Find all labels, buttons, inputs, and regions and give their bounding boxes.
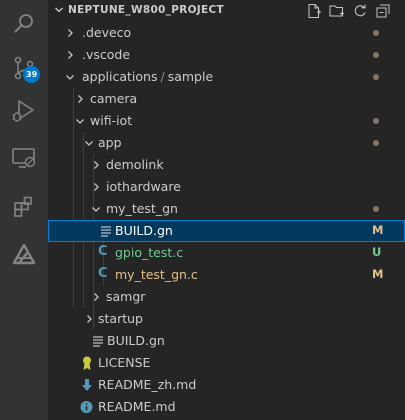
- tree-item-build-gn[interactable]: BUILD.gn: [48, 330, 405, 352]
- tree-item-label: wifi-iot: [90, 113, 133, 128]
- tree-item-samgr[interactable]: samgr: [48, 286, 405, 308]
- c-file-icon: C: [98, 266, 108, 281]
- git-status-modified: M: [372, 267, 384, 281]
- status-dot: [373, 206, 379, 212]
- extensions-activity[interactable]: [0, 183, 48, 231]
- extensions-icon: [14, 196, 32, 217]
- chevron-right-icon: [68, 51, 73, 59]
- chevron-right-icon: [78, 95, 83, 103]
- tree-item-applications-sample[interactable]: applications / sample: [48, 66, 405, 88]
- tree-item-label: camera: [90, 91, 138, 106]
- new-file-icon[interactable]: [306, 3, 322, 19]
- tree-item-label: BUILD.gn: [115, 223, 173, 238]
- tree-item-label: app: [98, 135, 122, 150]
- tree-item-label: iothardware: [106, 179, 181, 194]
- scm-badge: 39: [23, 66, 41, 83]
- tree-item-license[interactable]: LICENSE: [48, 352, 405, 374]
- tree-item-label: README.md: [98, 399, 176, 414]
- run-debug-activity[interactable]: [0, 87, 48, 135]
- path-segment[interactable]: applications: [82, 69, 157, 84]
- tree-item-label: applications / sample: [82, 69, 213, 84]
- tree-item-deveco[interactable]: .deveco: [48, 22, 405, 44]
- info-icon: [80, 401, 93, 413]
- tree-item-label: samgr: [106, 289, 146, 304]
- git-status-untracked: U: [372, 245, 382, 259]
- chevron-right-icon: [68, 29, 73, 37]
- tree-item-label: .vscode: [82, 47, 131, 62]
- tree-item-label: my_test_gn: [106, 201, 178, 216]
- tree-item-label: .deveco: [82, 25, 132, 40]
- tree-item-readme-zh[interactable]: README_zh.md: [48, 374, 405, 396]
- tree-item-demolink[interactable]: demolink: [48, 154, 405, 176]
- chevron-down-icon: [76, 119, 84, 124]
- chevron-down-icon: [66, 75, 74, 80]
- chevron-down-icon: [55, 7, 63, 13]
- status-dot: [373, 74, 379, 80]
- lines-file-icon: [93, 336, 103, 347]
- tree-item-my-test-gn-c[interactable]: C my_test_gn.c M: [48, 264, 405, 286]
- chevron-right-icon: [87, 315, 92, 323]
- markdown-arrow-icon: [82, 379, 92, 391]
- lines-file-icon: [101, 226, 111, 237]
- activity-bar: 39: [0, 0, 48, 420]
- tree-item-label: demolink: [106, 157, 164, 172]
- tree-item-label: BUILD.gn: [107, 333, 165, 348]
- tree-item-app[interactable]: app: [48, 132, 405, 154]
- new-folder-icon[interactable]: [329, 3, 345, 19]
- c-file-icon: C: [98, 244, 108, 259]
- tree-item-my-test-gn[interactable]: my_test_gn: [48, 198, 405, 220]
- tree-item-build-gn-selected[interactable]: BUILD.gn M: [48, 220, 405, 242]
- tree-item-gpio-test-c[interactable]: C gpio_test.c U: [48, 242, 405, 264]
- tree-item-label: README_zh.md: [98, 377, 197, 392]
- status-dot: [373, 140, 379, 146]
- path-separator: /: [160, 69, 165, 84]
- search-activity[interactable]: [0, 0, 48, 48]
- license-icon: [83, 356, 91, 370]
- deveco-icon: [12, 243, 36, 265]
- explorer-section-header[interactable]: NEPTUNE_W800_PROJECT: [48, 0, 405, 22]
- remote-explorer-activity[interactable]: [0, 134, 48, 182]
- explorer-sidebar: NEPTUNE_W800_PROJECT .deveco .vscode app…: [48, 0, 405, 420]
- run-debug-icon: [12, 100, 34, 122]
- path-segment[interactable]: sample: [168, 69, 213, 84]
- tree-item-iothardware[interactable]: iothardware: [48, 176, 405, 198]
- chevron-right-icon: [94, 293, 99, 301]
- search-icon: [14, 14, 33, 33]
- tree-item-vscode[interactable]: .vscode: [48, 44, 405, 66]
- tree-item-startup[interactable]: startup: [48, 308, 405, 330]
- chevron-down-icon: [85, 141, 93, 146]
- chevron-down-icon: [92, 207, 100, 212]
- tree-item-label: startup: [98, 311, 143, 326]
- chevron-right-icon: [94, 161, 99, 169]
- remote-explorer-icon: [12, 148, 36, 168]
- tree-item-label: gpio_test.c: [115, 245, 184, 260]
- collapse-all-icon[interactable]: [375, 3, 391, 19]
- status-dot: [373, 52, 379, 58]
- vscode-window: 39 NEPTUNE_W800_PROJECT .deveco .vscode …: [0, 0, 405, 420]
- refresh-icon[interactable]: [352, 3, 368, 19]
- tree-item-readme[interactable]: README.md: [48, 396, 405, 418]
- tree-item-label: my_test_gn.c: [115, 267, 198, 282]
- source-control-activity[interactable]: 39: [0, 44, 48, 92]
- project-title: NEPTUNE_W800_PROJECT: [68, 4, 224, 16]
- git-status-modified: M: [372, 223, 384, 237]
- tree-item-label: LICENSE: [98, 355, 151, 370]
- tree-item-wifi-iot[interactable]: wifi-iot: [48, 110, 405, 132]
- status-dot: [373, 30, 379, 36]
- tree-item-camera[interactable]: camera: [48, 88, 405, 110]
- chevron-right-icon: [94, 183, 99, 191]
- deveco-activity[interactable]: [0, 230, 48, 278]
- status-dot: [373, 118, 379, 124]
